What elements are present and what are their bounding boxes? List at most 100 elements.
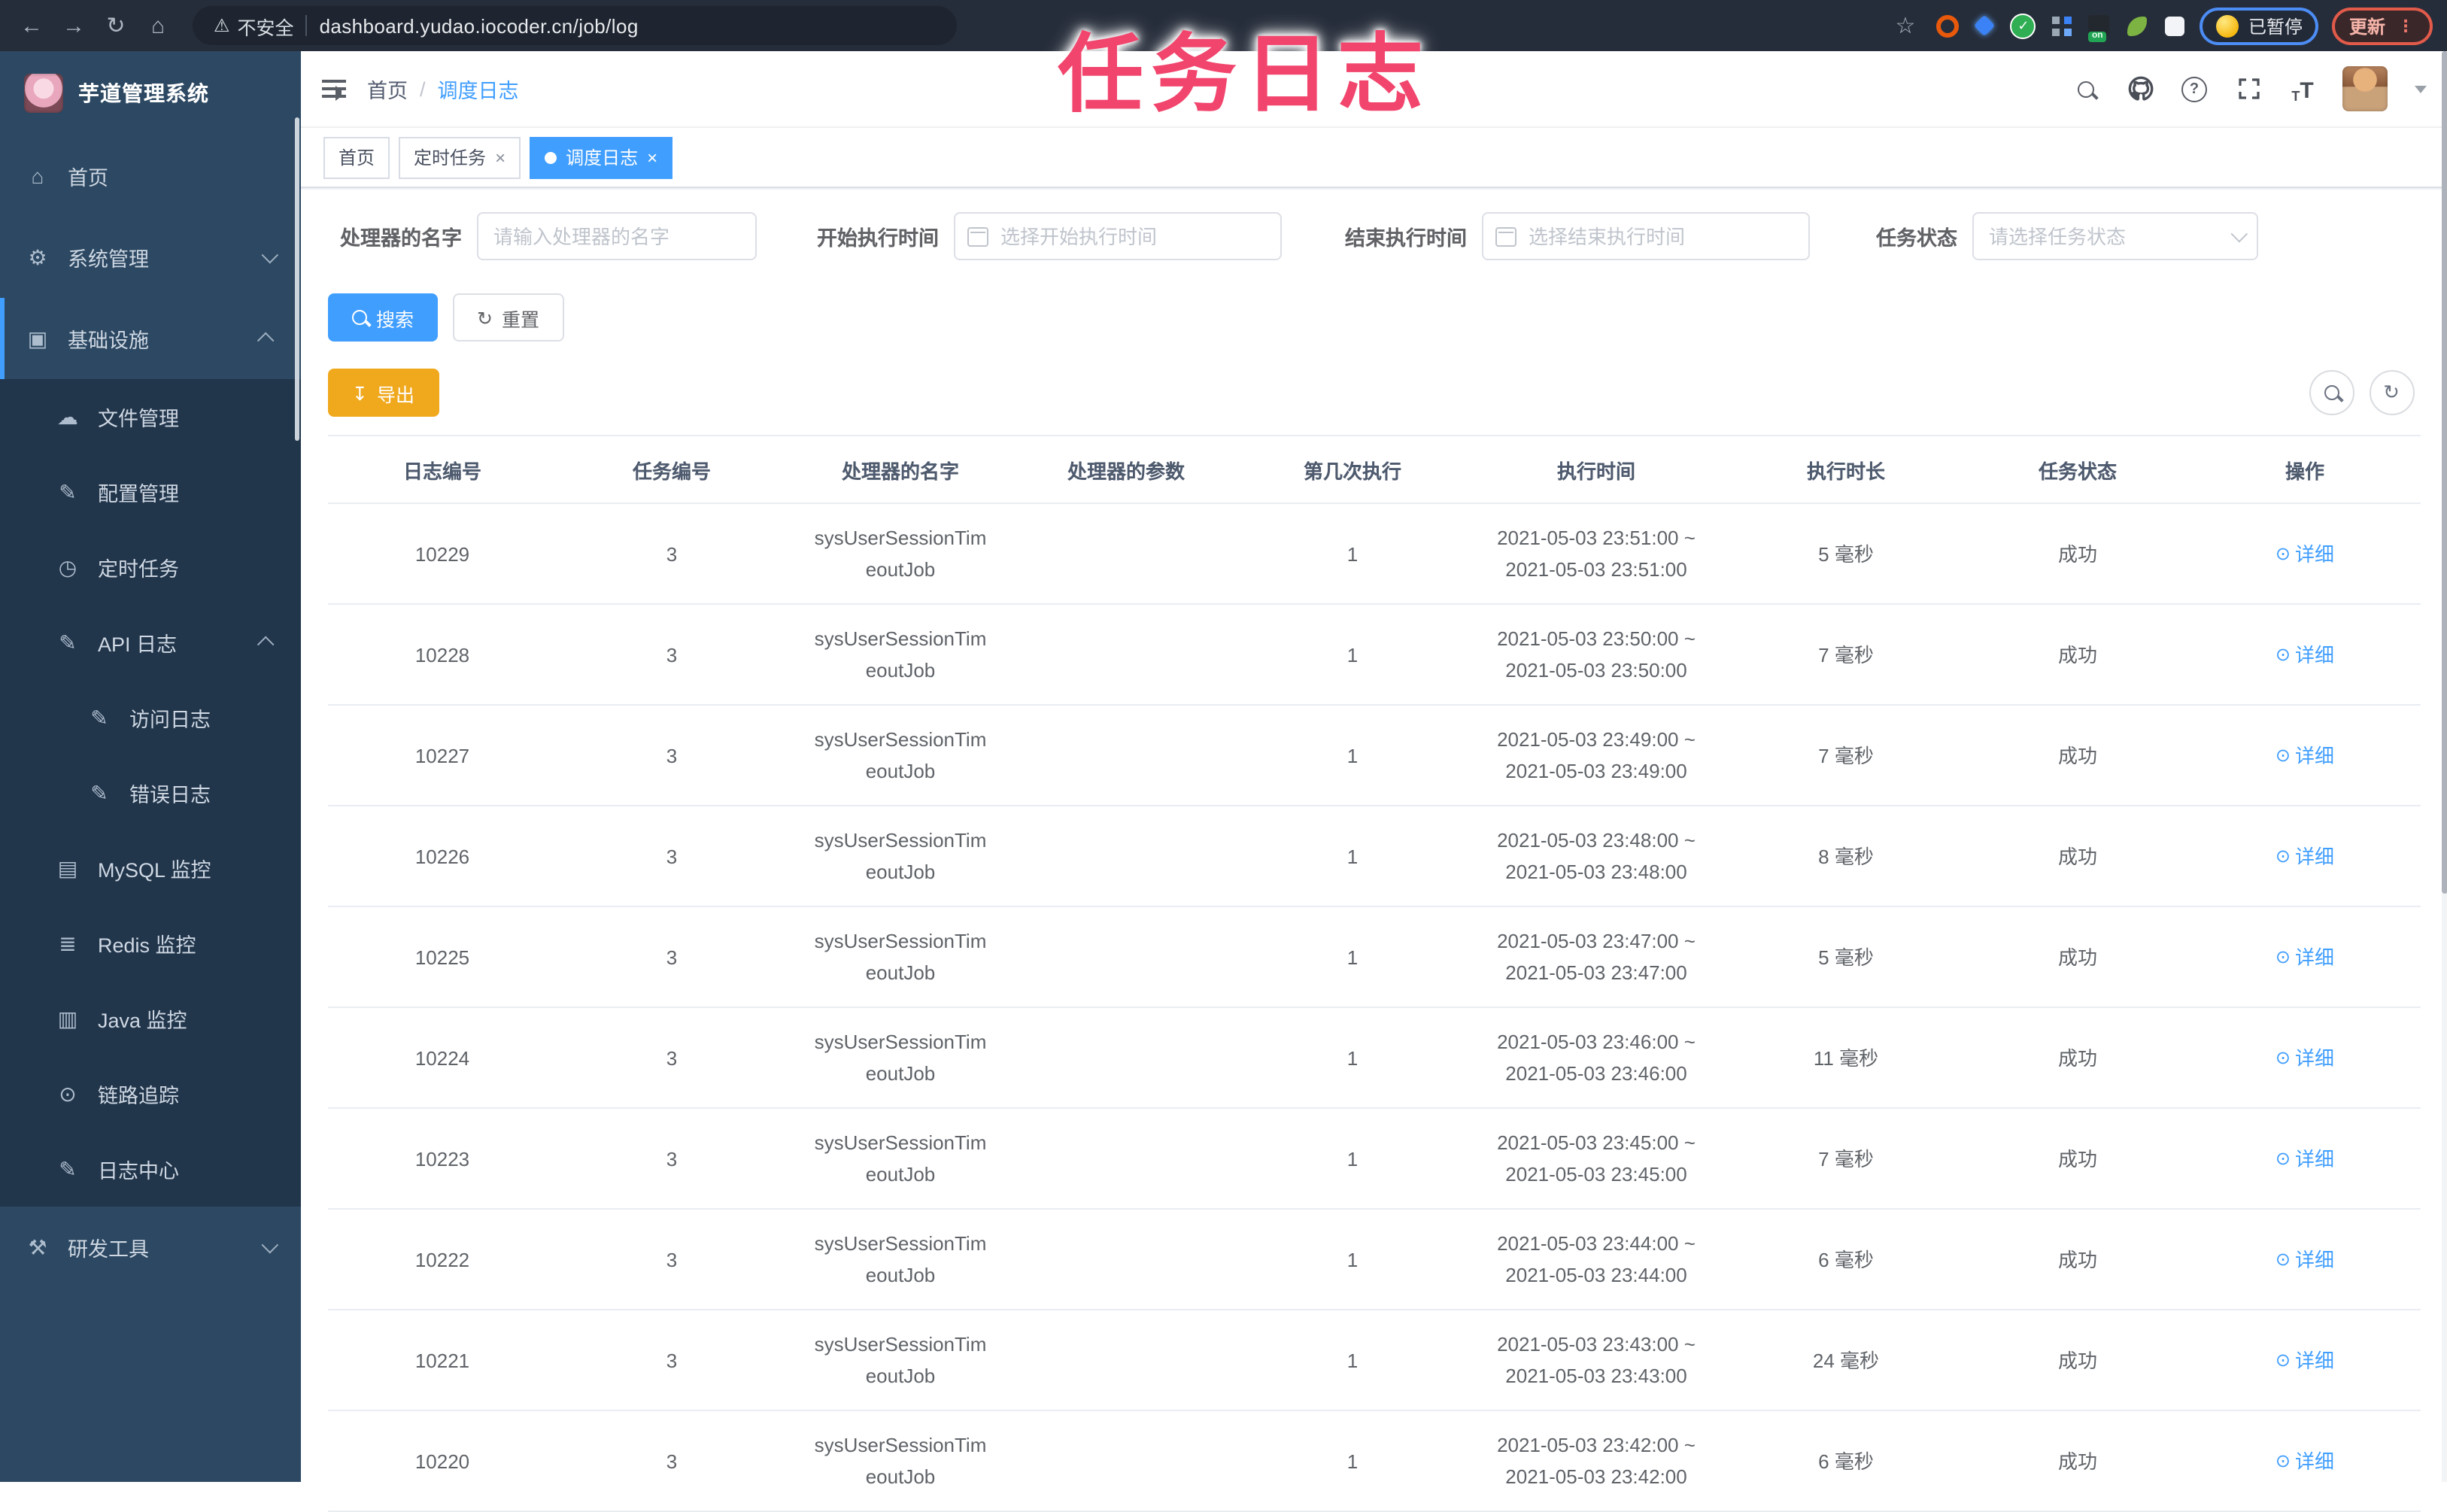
browser-home-icon[interactable]: ⌂ xyxy=(141,9,175,42)
browser-menu-icon[interactable]: ⋮ xyxy=(2397,16,2415,35)
eye-icon: ⊙ xyxy=(2275,644,2291,665)
job-status-select[interactable] xyxy=(1972,212,2258,260)
clock-icon: ◷ xyxy=(58,554,77,578)
sidebar-scrollbar[interactable] xyxy=(295,117,299,441)
cell-execute-time: 2021-05-03 23:47:00 ~ 2021-05-03 23:47:0… xyxy=(1467,906,1726,1008)
cell-execute-index: 1 xyxy=(1238,806,1467,907)
refresh-table-button[interactable]: ↻ xyxy=(2369,370,2414,415)
cell-execute-index: 1 xyxy=(1238,1410,1467,1512)
cell-actions: ⊙ 详细 xyxy=(2189,503,2421,605)
sidebar-item-error-logs[interactable]: ✎ 错误日志 xyxy=(0,755,301,830)
extension-icon-green-check[interactable]: ✓ xyxy=(2010,13,2036,38)
sidebar-item-infrastructure[interactable]: ▣ 基础设施 xyxy=(0,298,301,379)
cell-execute-time: 2021-05-03 23:50:00 ~ 2021-05-03 23:50:0… xyxy=(1467,604,1726,706)
cell-handler-param xyxy=(1014,705,1238,806)
toolbox-icon: ⚒ xyxy=(28,1234,47,1258)
cell-execute-index: 1 xyxy=(1238,1310,1467,1411)
bookmark-star-icon[interactable]: ☆ xyxy=(1889,9,1922,42)
extension-icon-on-switch[interactable] xyxy=(2087,14,2112,38)
detail-link[interactable]: ⊙ 详细 xyxy=(2275,1143,2334,1175)
cell-log-id: 10220 xyxy=(328,1410,557,1512)
collapse-sidebar-icon[interactable] xyxy=(322,80,346,101)
browser-back-icon[interactable]: ← xyxy=(15,9,48,42)
avatar-caret-icon[interactable] xyxy=(2414,85,2426,93)
avatar[interactable] xyxy=(2342,66,2387,111)
calendar-icon xyxy=(1495,226,1516,246)
sidebar-item-mysql-monitor[interactable]: ▤ MySQL 监控 xyxy=(0,830,301,906)
font-size-icon[interactable] xyxy=(2288,74,2318,104)
detail-link[interactable]: ⊙ 详细 xyxy=(2275,740,2334,772)
cell-task-id: 3 xyxy=(557,503,787,605)
cell-log-id: 10224 xyxy=(328,1007,557,1109)
detail-link[interactable]: ⊙ 详细 xyxy=(2275,639,2334,671)
extension-icon-blue-gem[interactable] xyxy=(1973,14,1997,38)
detail-link[interactable]: ⊙ 详细 xyxy=(2275,1043,2334,1074)
toggle-search-button[interactable] xyxy=(2309,370,2354,415)
eye-icon: ⊙ xyxy=(2275,846,2291,867)
app-logo-row[interactable]: 芋道管理系统 xyxy=(0,51,301,135)
detail-link[interactable]: ⊙ 详细 xyxy=(2275,841,2334,873)
cell-task-id: 3 xyxy=(557,705,787,806)
detail-link[interactable]: ⊙ 详细 xyxy=(2275,1244,2334,1276)
eye-icon: ⊙ xyxy=(2275,745,2291,766)
address-bar[interactable]: ⚠ 不安全 dashboard.yudao.iocoder.cn/job/log xyxy=(193,6,957,45)
end-time-label: 结束执行时间 xyxy=(1345,227,1467,250)
sidebar-item-dev-tools[interactable]: ⚒ 研发工具 xyxy=(0,1207,301,1288)
detail-link[interactable]: ⊙ 详细 xyxy=(2275,1345,2334,1377)
handler-name-input[interactable] xyxy=(477,212,757,260)
github-icon[interactable] xyxy=(2125,74,2155,104)
detail-link[interactable]: ⊙ 详细 xyxy=(2275,942,2334,973)
cell-handler-param xyxy=(1014,1410,1238,1512)
end-time-input[interactable] xyxy=(1482,212,1810,260)
cell-duration: 7 毫秒 xyxy=(1726,705,1966,806)
sidebar-item-api-logs[interactable]: ✎ API 日志 xyxy=(0,605,301,680)
extension-icon-grid[interactable] xyxy=(2050,14,2074,38)
header-tools: ? xyxy=(2071,66,2426,111)
export-button[interactable]: ↧ 导出 xyxy=(328,369,439,417)
detail-link[interactable]: ⊙ 详细 xyxy=(2275,539,2334,570)
search-icon[interactable] xyxy=(2071,74,2101,104)
sidebar-item-redis-monitor[interactable]: ≣ Redis 监控 xyxy=(0,906,301,981)
close-icon[interactable]: × xyxy=(647,148,657,166)
close-icon[interactable]: × xyxy=(495,148,505,166)
breadcrumb-current[interactable]: 调度日志 xyxy=(438,74,519,104)
extension-icon-leaf[interactable] xyxy=(2125,14,2149,38)
sidebar-item-access-logs[interactable]: ✎ 访问日志 xyxy=(0,680,301,755)
profile-paused-badge[interactable]: 已暂停 xyxy=(2200,7,2319,44)
extension-icon-orange[interactable] xyxy=(1935,14,1960,38)
search-button[interactable]: 搜索 xyxy=(328,293,439,342)
sidebar-item-home[interactable]: ⌂ 首页 xyxy=(0,135,301,217)
fullscreen-icon[interactable] xyxy=(2233,74,2263,104)
sidebar-item-scheduled-jobs[interactable]: ◷ 定时任务 xyxy=(0,530,301,605)
detail-link[interactable]: ⊙ 详细 xyxy=(2275,1446,2334,1477)
table-row: 10226 3 sysUserSessionTim eoutJob 1 2021… xyxy=(328,806,2421,907)
reset-button[interactable]: ↻ 重置 xyxy=(453,293,564,342)
browser-forward-icon[interactable]: → xyxy=(57,9,90,42)
sidebar-item-config-mgmt[interactable]: ✎ 配置管理 xyxy=(0,454,301,530)
cell-duration: 5 毫秒 xyxy=(1726,503,1966,605)
cell-status: 成功 xyxy=(1966,806,2189,907)
sidebar-item-trace[interactable]: ⊙ 链路追踪 xyxy=(0,1056,301,1131)
sidebar-item-log-center[interactable]: ✎ 日志中心 xyxy=(0,1131,301,1207)
cell-status: 成功 xyxy=(1966,1007,2189,1109)
start-time-input[interactable] xyxy=(954,212,1282,260)
tab-scheduled-jobs[interactable]: 定时任务 × xyxy=(399,136,521,178)
help-icon[interactable]: ? xyxy=(2179,74,2209,104)
cell-handler-name: sysUserSessionTim eoutJob xyxy=(787,604,1014,706)
browser-reload-icon[interactable]: ↻ xyxy=(99,9,132,42)
sidebar-item-java-monitor[interactable]: ▥ Java 监控 xyxy=(0,981,301,1056)
sidebar-item-file-mgmt[interactable]: ☁ 文件管理 xyxy=(0,379,301,454)
tab-home[interactable]: 首页 xyxy=(323,136,390,178)
extension-icon-puzzle[interactable] xyxy=(2163,14,2187,38)
tab-schedule-log[interactable]: 调度日志 × xyxy=(530,136,673,178)
security-warning[interactable]: ⚠ 不安全 xyxy=(214,11,294,40)
page-scrollbar[interactable] xyxy=(2441,51,2447,1482)
sidebar-item-system-mgmt[interactable]: ⚙ 系统管理 xyxy=(0,217,301,298)
cell-task-id: 3 xyxy=(557,1007,787,1109)
browser-update-button[interactable]: 更新 ⋮ xyxy=(2332,7,2432,44)
breadcrumb-home[interactable]: 首页 xyxy=(367,74,408,104)
chevron-up-icon xyxy=(257,332,275,350)
table-row: 10227 3 sysUserSessionTim eoutJob 1 2021… xyxy=(328,705,2421,806)
url-text[interactable]: dashboard.yudao.iocoder.cn/job/log xyxy=(320,14,639,37)
cell-duration: 6 毫秒 xyxy=(1726,1209,1966,1310)
